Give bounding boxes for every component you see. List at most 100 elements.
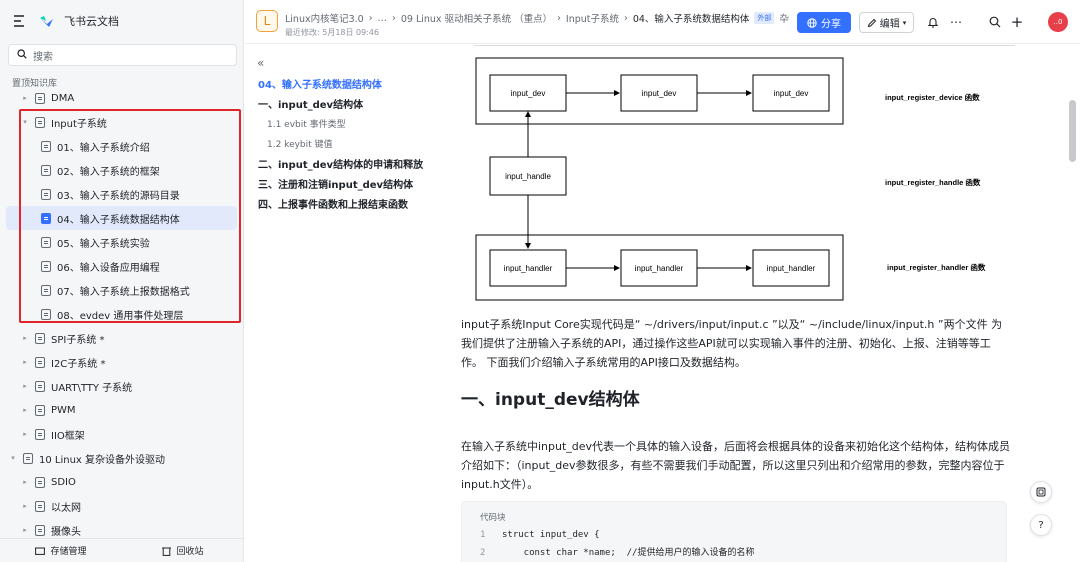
- toc-item[interactable]: 三、注册和注销input_dev结构体: [258, 176, 413, 191]
- sidebar-tree-item[interactable]: 02、输入子系统的框架: [6, 158, 237, 182]
- code-line: 2 const char *name; //提供给用户的输入设备的名称: [480, 548, 755, 558]
- sidebar-tree-item[interactable]: ▸ SDIO: [6, 470, 237, 494]
- diagram-label: input_handler: [767, 264, 816, 273]
- sidebar-tree-item[interactable]: ▾ 10 Linux 复杂设备外设驱动: [6, 446, 237, 470]
- sidebar-tree-item[interactable]: 01、输入子系统介绍: [6, 134, 237, 158]
- sidebar-tree-item[interactable]: ▸ PWM: [6, 398, 237, 422]
- body-paragraph: 在输入子系统中input_dev代表一个具体的输入设备，后面将会根据具体的设备来…: [461, 440, 1011, 491]
- chevron-right-icon[interactable]: ▸: [20, 358, 30, 366]
- sidebar-item-label: Input子系统: [51, 118, 107, 130]
- sidebar-item-label: 08、evdev 通用事件处理层: [57, 310, 184, 322]
- sidebar-tree-item[interactable]: 03、输入子系统的源码目录: [6, 182, 237, 206]
- toc-item[interactable]: 一、input_dev结构体: [258, 96, 363, 111]
- breadcrumb-ellipsis[interactable]: …: [378, 13, 388, 24]
- doc-header: L Linux内核笔记3.0 › … › 09 Linux 驱动相关子系统 （重…: [245, 0, 1080, 44]
- chevron-right-icon[interactable]: ▸: [20, 334, 30, 342]
- document-icon: [41, 164, 51, 176]
- sidebar-tree-item[interactable]: ▸ I2C子系统 *: [6, 350, 237, 374]
- document-icon: [41, 140, 51, 152]
- search-input[interactable]: 搜索: [8, 44, 237, 66]
- document-icon: [35, 500, 45, 512]
- trash-button[interactable]: 回收站: [122, 539, 244, 562]
- sidebar-tree-item[interactable]: 05、输入子系统实验: [6, 230, 237, 254]
- sidebar-item-label: 05、输入子系统实验: [57, 238, 150, 250]
- chevron-right-icon: ›: [368, 12, 373, 24]
- bell-icon[interactable]: [925, 14, 941, 30]
- section-heading: 一、input_dev结构体: [461, 390, 640, 410]
- chevron-right-icon[interactable]: ▸: [20, 502, 30, 510]
- document-icon: [35, 356, 45, 368]
- scrollbar-thumb[interactable]: [1069, 100, 1076, 162]
- chevron-right-icon[interactable]: ▸: [20, 430, 30, 438]
- sidebar-tree-item[interactable]: ▸ 以太网: [6, 494, 237, 518]
- sidebar-item-label: SPI子系统 *: [51, 334, 105, 346]
- toc-item[interactable]: 四、上报事件函数和上报结束函数: [258, 196, 408, 211]
- chevron-down-icon[interactable]: ▾: [20, 118, 30, 126]
- storage-icon: [35, 547, 46, 555]
- breadcrumb-item[interactable]: Linux内核笔记3.0: [285, 11, 364, 25]
- plus-icon[interactable]: +: [1009, 13, 1025, 31]
- chevron-right-icon[interactable]: ▸: [20, 478, 30, 486]
- toc-item[interactable]: 1.1 evbit 事件类型: [267, 117, 346, 130]
- breadcrumb-item[interactable]: 09 Linux 驱动相关子系统 （重点）: [401, 11, 552, 25]
- sidebar-tree-item[interactable]: 04、输入子系统数据结构体: [6, 206, 237, 230]
- diagram-label: input_handler: [635, 264, 684, 273]
- document-icon: [35, 428, 45, 440]
- document-icon: [35, 380, 45, 392]
- sidebar-tree-item[interactable]: 07、输入子系统上报数据格式: [6, 278, 237, 302]
- sidebar-tree-item[interactable]: 08、evdev 通用事件处理层: [6, 302, 237, 326]
- sidebar-item-label: 10 Linux 复杂设备外设驱动: [39, 454, 166, 466]
- sidebar-item-label: 以太网: [51, 502, 81, 514]
- sidebar-tree-item[interactable]: ▸ DMA: [6, 86, 237, 110]
- document-icon: [35, 116, 45, 128]
- sidebar-item-label: DMA: [51, 92, 75, 104]
- breadcrumb: Linux内核笔记3.0 › … › 09 Linux 驱动相关子系统 （重点）…: [285, 11, 789, 25]
- toc-item[interactable]: 1.2 keybit 键值: [267, 137, 333, 150]
- chevron-right-icon[interactable]: ▸: [20, 94, 30, 102]
- edit-mode-button[interactable]: 编辑 ▾: [859, 12, 914, 33]
- external-tag: 外部: [754, 12, 775, 24]
- diagram-label: input_handle: [505, 172, 551, 181]
- code-line: 1 struct input_dev {: [480, 530, 600, 540]
- document-icon: [41, 236, 51, 248]
- chevron-right-icon[interactable]: ▸: [20, 526, 30, 534]
- sidebar-tree-item[interactable]: ▸ SPI子系统 *: [6, 326, 237, 350]
- chevron-right-icon[interactable]: ▸: [20, 382, 30, 390]
- sidebar-tree-item[interactable]: ▸ UART\TTY 子系统: [6, 374, 237, 398]
- toc-item[interactable]: 04、输入子系统数据结构体: [258, 76, 382, 91]
- breadcrumb-item[interactable]: Input子系统: [566, 11, 619, 25]
- diagram-label: input_dev: [511, 89, 546, 98]
- diagram-label: input_register_device 函数: [885, 92, 980, 102]
- breadcrumb-overflow: 卆: [779, 14, 789, 25]
- sidebar-tree-item[interactable]: ▸ IIO框架: [6, 422, 237, 446]
- doc-space-badge[interactable]: L: [256, 10, 278, 32]
- share-button[interactable]: 分享: [797, 12, 851, 33]
- help-float-icon[interactable]: ?: [1030, 514, 1052, 536]
- toc-item[interactable]: 二、input_dev结构体的申请和释放: [258, 156, 423, 171]
- sidebar-tree-item[interactable]: 06、输入设备应用编程: [6, 254, 237, 278]
- document-icon: [35, 476, 45, 488]
- sidebar-item-label: 01、输入子系统介绍: [57, 142, 150, 154]
- document-icon: [41, 308, 51, 320]
- document-icon: [41, 212, 51, 224]
- collapse-menu-icon[interactable]: [14, 15, 28, 27]
- sidebar-item-label: IIO框架: [51, 430, 85, 442]
- sidebar-item-label: UART\TTY 子系统: [51, 382, 133, 394]
- storage-manage-button[interactable]: 存储管理: [0, 539, 122, 562]
- code-block[interactable]: 代码块 1 struct input_dev { 2 const char *na…: [461, 501, 1007, 562]
- sidebar-tree-item[interactable]: ▾ Input子系统: [6, 110, 237, 134]
- chevron-right-icon[interactable]: ▸: [20, 406, 30, 414]
- sidebar: 飞书云文档 搜索 置顶知识库 ▸ DMA ▾ Input子系统 01、输入子系统介绍 02…: [0, 0, 244, 562]
- diagram-label: input_register_handle 函数: [885, 177, 981, 187]
- comment-float-icon[interactable]: [1030, 481, 1052, 503]
- search-icon[interactable]: [987, 14, 1003, 30]
- document-icon: [41, 260, 51, 272]
- sidebar-item-label: I2C子系统 *: [51, 358, 106, 370]
- more-icon[interactable]: ⋯: [948, 14, 964, 30]
- chevron-down-icon[interactable]: ▾: [8, 454, 18, 462]
- document-icon: [41, 284, 51, 296]
- diagram-label: input_handler: [504, 264, 553, 273]
- avatar[interactable]: ..0: [1048, 12, 1068, 32]
- document-icon: [23, 452, 33, 464]
- toc-collapse-icon[interactable]: «: [257, 56, 264, 70]
